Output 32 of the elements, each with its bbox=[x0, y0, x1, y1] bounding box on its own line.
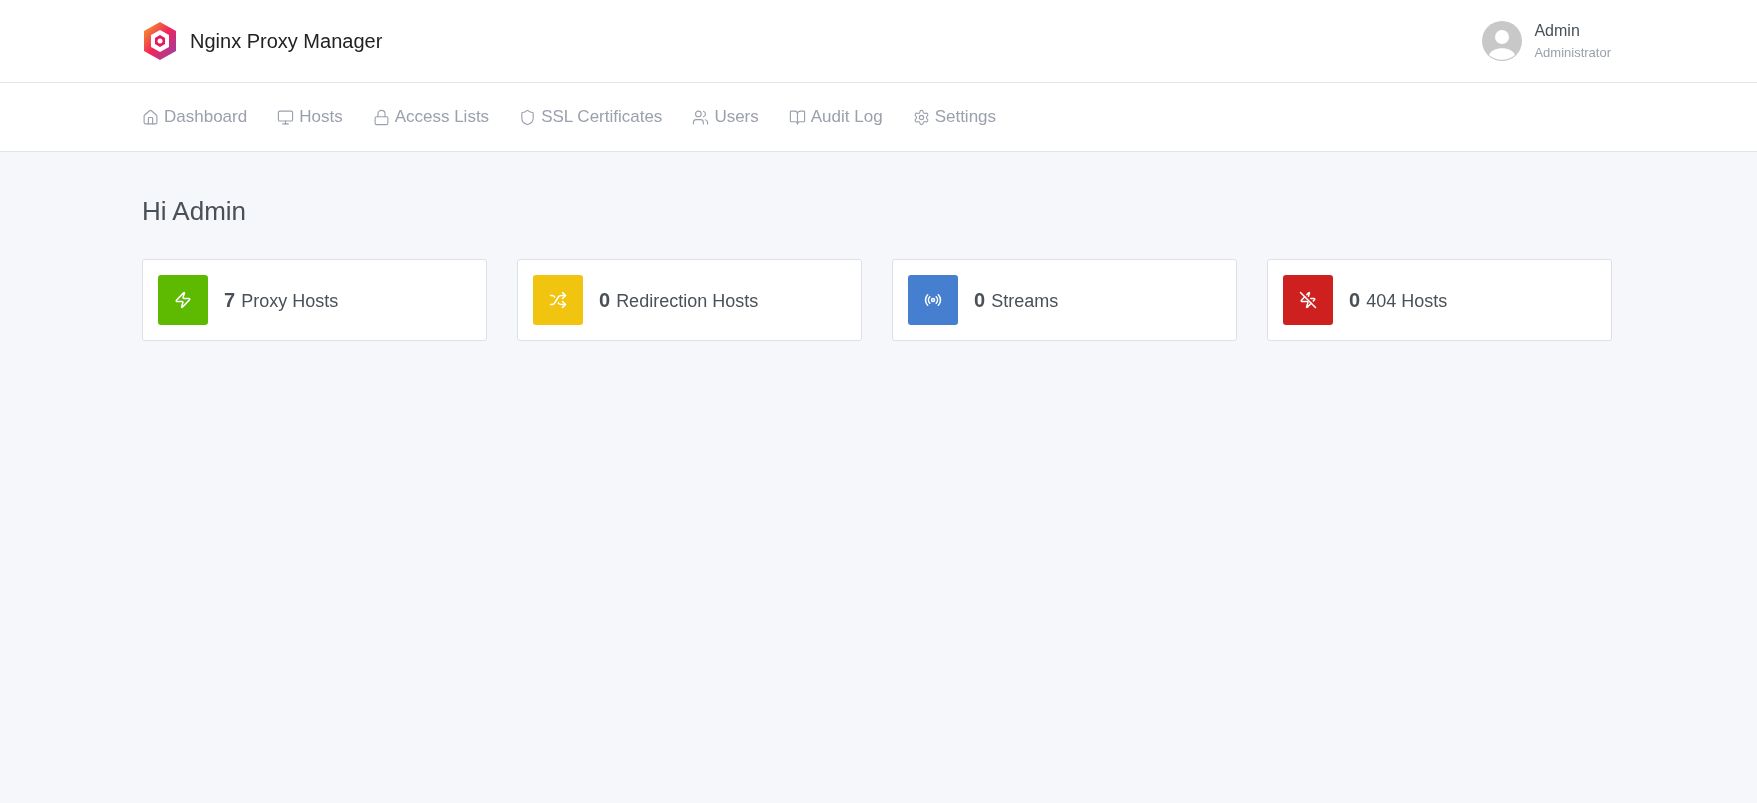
logo-icon bbox=[142, 21, 178, 61]
stat-label: 404 Hosts bbox=[1366, 290, 1448, 313]
shield-icon bbox=[519, 108, 537, 126]
shuffle-icon bbox=[549, 291, 567, 309]
stat-label: Redirection Hosts bbox=[616, 290, 759, 313]
lock-icon bbox=[372, 108, 390, 126]
stat-count: 0 bbox=[599, 288, 611, 313]
nav-link[interactable]: Users bbox=[692, 104, 759, 130]
stat-label: Streams bbox=[991, 290, 1059, 313]
stat-count: 0 bbox=[1349, 288, 1361, 313]
nav-link[interactable]: Hosts bbox=[277, 104, 343, 130]
nav-link[interactable]: Settings bbox=[912, 104, 997, 130]
stat-label: Proxy Hosts bbox=[241, 290, 339, 313]
lightning-icon bbox=[174, 291, 192, 309]
page-heading: Hi Admin bbox=[142, 195, 248, 228]
user-name: Admin bbox=[1534, 20, 1581, 41]
user-role: Administrator bbox=[1534, 44, 1611, 62]
home-icon bbox=[142, 108, 159, 126]
nav-link[interactable]: SSL Certificates bbox=[519, 104, 663, 130]
users-icon bbox=[692, 108, 710, 126]
stat-count: 0 bbox=[974, 288, 986, 313]
broadcast-icon bbox=[924, 291, 942, 309]
lightning-off-icon bbox=[1299, 291, 1317, 309]
nav-link[interactable]: Dashboard bbox=[142, 104, 248, 130]
stat-count: 7 bbox=[224, 288, 236, 313]
nav-link[interactable]: Access Lists bbox=[372, 104, 490, 130]
settings-icon bbox=[912, 108, 930, 126]
avatar-icon[interactable] bbox=[1482, 21, 1523, 61]
app-title[interactable]: Nginx Proxy Manager bbox=[190, 26, 383, 56]
nav-link[interactable]: Audit Log bbox=[788, 104, 883, 130]
book-icon bbox=[788, 108, 806, 126]
monitor-icon bbox=[277, 108, 295, 126]
